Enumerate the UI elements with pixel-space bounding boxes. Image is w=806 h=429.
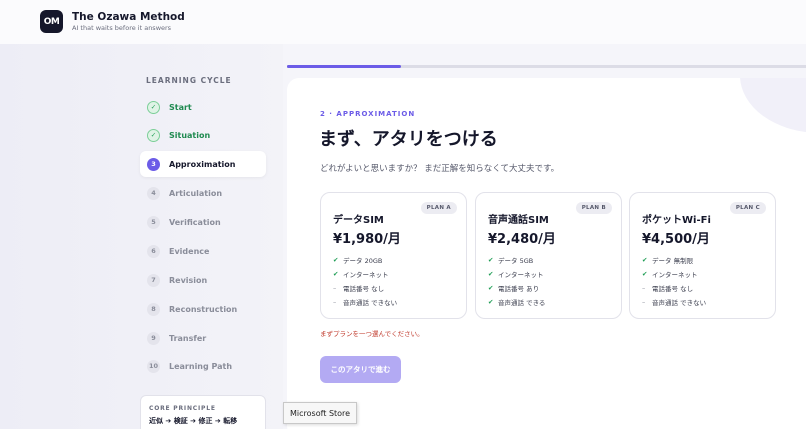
plan-card-a[interactable]: PLAN A データSIM ¥1,980/月 ✔ データ 20GB ✔ インターネット – 電話…	[320, 192, 467, 319]
step-item-situation[interactable]: ✓ Situation	[140, 122, 266, 148]
step-item-verification[interactable]: 5 Verification	[140, 209, 266, 235]
step-label: Verification	[169, 217, 221, 227]
plan-name: データSIM	[333, 215, 384, 226]
plan-name: ポケットWi-Fi	[642, 215, 711, 226]
plan-feature: ✔ 音声通話 できる	[488, 297, 545, 307]
step-number: 7	[147, 273, 160, 287]
sidebar-title: LEARNING CYCLE	[146, 76, 232, 85]
step-item-transfer[interactable]: 9 Transfer	[140, 325, 266, 351]
plan-feature-text: インターネット	[498, 271, 544, 279]
plan-feature: ✔ インターネット	[333, 269, 389, 279]
main-card: 2 · APPROXIMATION まず、アタリをつける どれがよいと思いますか…	[287, 78, 806, 429]
plan-feature: – 電話番号 なし	[642, 283, 693, 293]
check-icon: ✓	[147, 128, 160, 142]
plan-feature-text: 音声通話 できる	[498, 299, 546, 307]
plan-feature: ✔ インターネット	[642, 269, 698, 279]
plan-card-b[interactable]: PLAN B 音声通話SIM ¥2,480/月 ✔ データ 5GB ✔ インターネット ✔ 電話…	[475, 192, 622, 319]
brand-tagline: AI that waits before it answers	[72, 24, 172, 32]
submit-approximation-button[interactable]: このアタリで進む	[320, 356, 401, 383]
step-label: Evidence	[169, 246, 210, 256]
step-item-start[interactable]: ✓ Start	[140, 94, 266, 120]
check-icon: ✔	[488, 284, 494, 292]
plan-badge: PLAN A	[420, 202, 457, 214]
step-item-learning-path[interactable]: 10 Learning Path	[140, 353, 266, 379]
step-label: Revision	[169, 275, 208, 285]
plan-feature-text: データ 20GB	[343, 257, 383, 265]
plan-feature-text: 音声通話 できない	[343, 299, 398, 307]
check-icon: ✔	[488, 270, 494, 278]
page-title: まず、アタリをつける	[319, 129, 498, 150]
step-number: 5	[147, 215, 160, 229]
plan-feature: ✔ データ 5GB	[488, 255, 533, 265]
plan-feature-text: データ 無制限	[652, 257, 694, 265]
plan-feature-text: 電話番号 なし	[343, 285, 385, 293]
step-label: Transfer	[169, 333, 207, 343]
check-icon: ✔	[333, 256, 339, 264]
step-item-evidence[interactable]: 6 Evidence	[140, 238, 266, 264]
step-item-reconstruction[interactable]: 8 Reconstruction	[140, 296, 266, 322]
plan-name: 音声通話SIM	[488, 215, 549, 226]
progress-fill	[287, 65, 402, 68]
plan-card-c[interactable]: PLAN C ポケットWi-Fi ¥4,500/月 ✔ データ 無制限 ✔ インターネット –…	[629, 192, 776, 319]
core-principle-card: CORE PRINCIPLE 近似 ➔ 検証 ➔ 修正 ➔ 転移	[140, 395, 266, 429]
plan-price: ¥4,500/月	[642, 232, 710, 247]
plan-feature-text: 音声通話 できない	[652, 299, 707, 307]
plan-feature: ✔ データ 20GB	[333, 255, 382, 265]
step-label: Start	[169, 102, 192, 112]
plan-feature-text: 電話番号 なし	[652, 285, 694, 293]
check-icon: ✔	[488, 298, 494, 306]
step-number: 4	[147, 186, 160, 200]
plan-badge: PLAN B	[575, 202, 612, 214]
plan-feature: – 音声通話 できない	[642, 297, 706, 307]
step-label: Approximation	[169, 159, 236, 169]
brand-name: The Ozawa Method	[72, 11, 185, 23]
step-number: 3	[147, 157, 160, 171]
step-label: Situation	[169, 130, 211, 140]
plan-feature-text: データ 5GB	[498, 257, 534, 265]
step-number: 9	[147, 331, 160, 345]
plan-feature-text: 電話番号 あり	[498, 285, 540, 293]
step-label: Reconstruction	[169, 304, 238, 314]
dash-icon: –	[642, 298, 646, 306]
validation-message: まずプランを一つ選んでください。	[320, 330, 424, 338]
plan-feature: ✔ データ 無制限	[642, 255, 693, 265]
page-subtitle: どれがよいと思いますか？ まだ正解を知らなくて大丈夫です。	[320, 164, 560, 174]
plan-feature: ✔ インターネット	[488, 269, 544, 279]
dash-icon: –	[642, 284, 646, 292]
plan-feature: – 音声通話 できない	[333, 297, 397, 307]
step-item-articulation[interactable]: 4 Articulation	[140, 180, 266, 206]
step-item-revision[interactable]: 7 Revision	[140, 267, 266, 293]
step-number: 10	[147, 359, 160, 373]
tooltip: Microsoft Store	[283, 402, 358, 424]
logo-icon[interactable]: OM	[40, 10, 63, 33]
progress-bar	[287, 65, 806, 68]
dash-icon: –	[333, 284, 337, 292]
check-icon: ✔	[642, 256, 648, 264]
dash-icon: –	[333, 298, 337, 306]
check-icon: ✔	[488, 256, 494, 264]
decorative-circle	[740, 78, 806, 133]
step-number: 6	[147, 244, 160, 258]
core-principle-text: 近似 ➔ 検証 ➔ 修正 ➔ 転移	[149, 417, 238, 425]
step-number: 8	[147, 302, 160, 316]
step-label: Learning Path	[169, 361, 233, 371]
plan-price: ¥1,980/月	[333, 232, 401, 247]
step-eyebrow: 2 · APPROXIMATION	[320, 110, 416, 118]
check-icon: ✓	[147, 100, 160, 114]
check-icon: ✔	[333, 270, 339, 278]
plan-feature: – 電話番号 なし	[333, 283, 384, 293]
check-icon: ✔	[642, 270, 648, 278]
step-item-approximation[interactable]: 3 Approximation	[140, 151, 266, 177]
core-principle-title: CORE PRINCIPLE	[149, 405, 216, 412]
plan-feature-text: インターネット	[652, 271, 698, 279]
step-label: Articulation	[169, 188, 223, 198]
plan-feature-text: インターネット	[343, 271, 389, 279]
plan-price: ¥2,480/月	[488, 232, 556, 247]
plan-feature: ✔ 電話番号 あり	[488, 283, 539, 293]
plan-badge: PLAN C	[729, 202, 766, 214]
